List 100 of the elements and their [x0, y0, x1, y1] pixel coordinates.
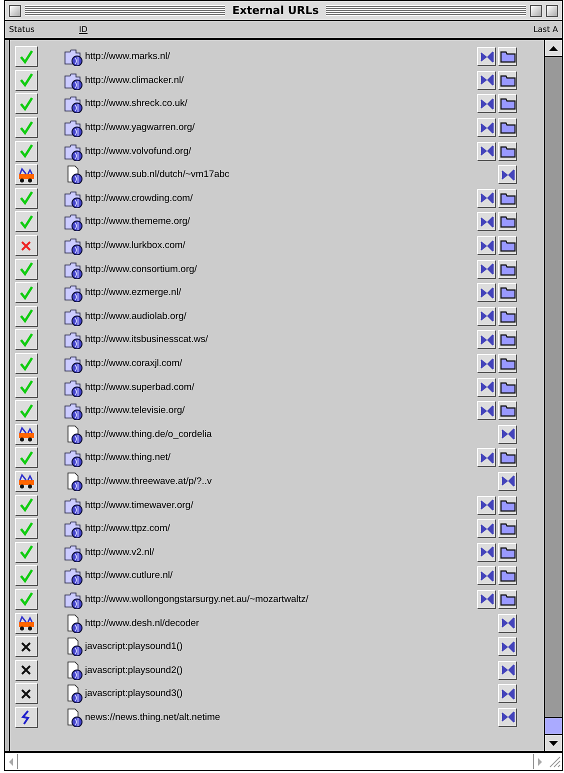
folder-button[interactable]	[498, 118, 517, 138]
open-button[interactable]	[477, 47, 496, 66]
open-button[interactable]	[498, 708, 517, 727]
arrows-icon	[480, 240, 494, 252]
url-text[interactable]: http://www.timewaver.org/	[85, 500, 477, 511]
zoom-box[interactable]	[530, 4, 542, 16]
open-button[interactable]	[477, 496, 496, 515]
resize-handle[interactable]	[547, 754, 561, 768]
arrows-icon	[500, 475, 514, 488]
url-text[interactable]: http://www.marks.nl/	[85, 51, 477, 62]
folder-button[interactable]	[498, 330, 517, 350]
folder-icon	[500, 262, 516, 276]
column-header[interactable]: ID	[79, 25, 534, 34]
url-text[interactable]: http://www.yagwarren.org/	[85, 122, 477, 134]
url-text[interactable]: http://www.crowding.com/	[85, 192, 477, 204]
open-button[interactable]	[477, 212, 496, 232]
arrows-icon	[500, 664, 514, 676]
open-button[interactable]	[498, 637, 517, 656]
open-button[interactable]	[477, 542, 496, 562]
open-button[interactable]	[477, 283, 496, 302]
url-text[interactable]: javascript:playsound2()	[85, 664, 498, 676]
url-text[interactable]: http://www.cutlure.nl/	[85, 570, 477, 582]
open-button[interactable]	[477, 118, 496, 138]
folder-icon	[500, 310, 516, 323]
url-text[interactable]: news://news.thing.net/alt.netime	[85, 712, 498, 723]
open-button[interactable]	[477, 236, 496, 256]
folder-button[interactable]	[498, 378, 517, 397]
folder-button[interactable]	[498, 566, 517, 586]
url-text[interactable]: http://www.desh.nl/decoder	[85, 618, 498, 629]
folder-button[interactable]	[498, 212, 517, 232]
open-button[interactable]	[498, 660, 517, 680]
folder-button[interactable]	[498, 496, 517, 515]
url-text[interactable]: http://www.televisie.org/	[85, 405, 477, 416]
open-button[interactable]	[477, 590, 496, 609]
scroll-thumb[interactable]	[545, 717, 562, 734]
open-button[interactable]	[477, 378, 496, 397]
folder-button[interactable]	[498, 283, 517, 302]
url-text[interactable]: http://www.thing.de/o_cordelia	[85, 428, 498, 440]
open-button[interactable]	[477, 354, 496, 374]
folder-button[interactable]	[498, 94, 517, 114]
folder-button[interactable]	[498, 306, 517, 326]
arrows-icon	[480, 98, 494, 110]
folder-button[interactable]	[498, 70, 517, 90]
folder-button[interactable]	[498, 142, 517, 161]
collapse-box[interactable]	[546, 4, 558, 16]
close-box[interactable]	[9, 4, 21, 16]
url-text[interactable]: http://www.coraxjl.com/	[85, 358, 477, 370]
title-bar-stripes[interactable]	[326, 5, 526, 16]
folder-icon	[500, 286, 516, 300]
arrows-icon	[500, 168, 514, 181]
vertical-scrollbar[interactable]	[544, 40, 562, 751]
open-button[interactable]	[477, 142, 496, 161]
open-button[interactable]	[498, 165, 517, 184]
folder-button[interactable]	[498, 188, 517, 208]
folder-button[interactable]	[498, 448, 517, 468]
url-text[interactable]: http://www.audiolab.org/	[85, 310, 477, 322]
url-text[interactable]: http://www.itsbusinesscat.ws/	[85, 334, 477, 346]
folder-button[interactable]	[498, 47, 517, 66]
open-button[interactable]	[477, 448, 496, 468]
folder-button[interactable]	[498, 236, 517, 256]
column-header[interactable]: Last A	[533, 25, 562, 34]
url-text[interactable]: http://www.ezmerge.nl/	[85, 287, 477, 298]
column-header[interactable]: Status	[5, 25, 79, 34]
open-button[interactable]	[477, 401, 496, 420]
url-text[interactable]: http://www.superbad.com/	[85, 382, 477, 393]
url-text[interactable]: http://www.consortium.org/	[85, 264, 477, 275]
url-text[interactable]: http://www.lurkbox.com/	[85, 240, 477, 252]
folder-button[interactable]	[498, 542, 517, 562]
open-button[interactable]	[477, 566, 496, 586]
url-text[interactable]: javascript:playsound1()	[85, 641, 498, 652]
open-button[interactable]	[477, 519, 496, 538]
open-button[interactable]	[477, 330, 496, 350]
open-button[interactable]	[498, 424, 517, 444]
url-text[interactable]: http://www.ttpz.com/	[85, 523, 477, 534]
url-text[interactable]: http://www.thememe.org/	[85, 216, 477, 228]
url-text[interactable]: http://www.volvofund.org/	[85, 146, 477, 157]
folder-button[interactable]	[498, 401, 517, 420]
open-button[interactable]	[477, 94, 496, 114]
open-button[interactable]	[477, 306, 496, 326]
folder-button[interactable]	[498, 519, 517, 538]
arrows-icon	[480, 522, 494, 535]
url-text[interactable]: http://www.shreck.co.uk/	[85, 98, 477, 110]
open-button[interactable]	[498, 614, 517, 633]
url-text[interactable]: http://www.thing.net/	[85, 452, 477, 464]
url-text[interactable]: javascript:playsound3()	[85, 688, 498, 700]
folder-button[interactable]	[498, 590, 517, 609]
open-button[interactable]	[477, 188, 496, 208]
url-text[interactable]: http://www.climacker.nl/	[85, 74, 477, 86]
title-bar-stripes[interactable]	[25, 5, 226, 16]
open-button[interactable]	[477, 260, 496, 279]
open-button[interactable]	[477, 70, 496, 90]
url-text[interactable]: http://www.sub.nl/dutch/~vm17abc	[85, 169, 498, 180]
url-text[interactable]: http://www.v2.nl/	[85, 546, 477, 558]
url-text[interactable]: http://www.wollongongstarsurgy.net.au/~mozartwaltz/	[85, 594, 477, 605]
folder-button[interactable]	[498, 260, 517, 279]
url-text[interactable]: http://www.threewave.at/p/?..v	[85, 476, 498, 487]
arrows-icon	[480, 122, 494, 134]
folder-button[interactable]	[498, 354, 517, 374]
open-button[interactable]	[498, 684, 517, 704]
open-button[interactable]	[498, 472, 517, 491]
